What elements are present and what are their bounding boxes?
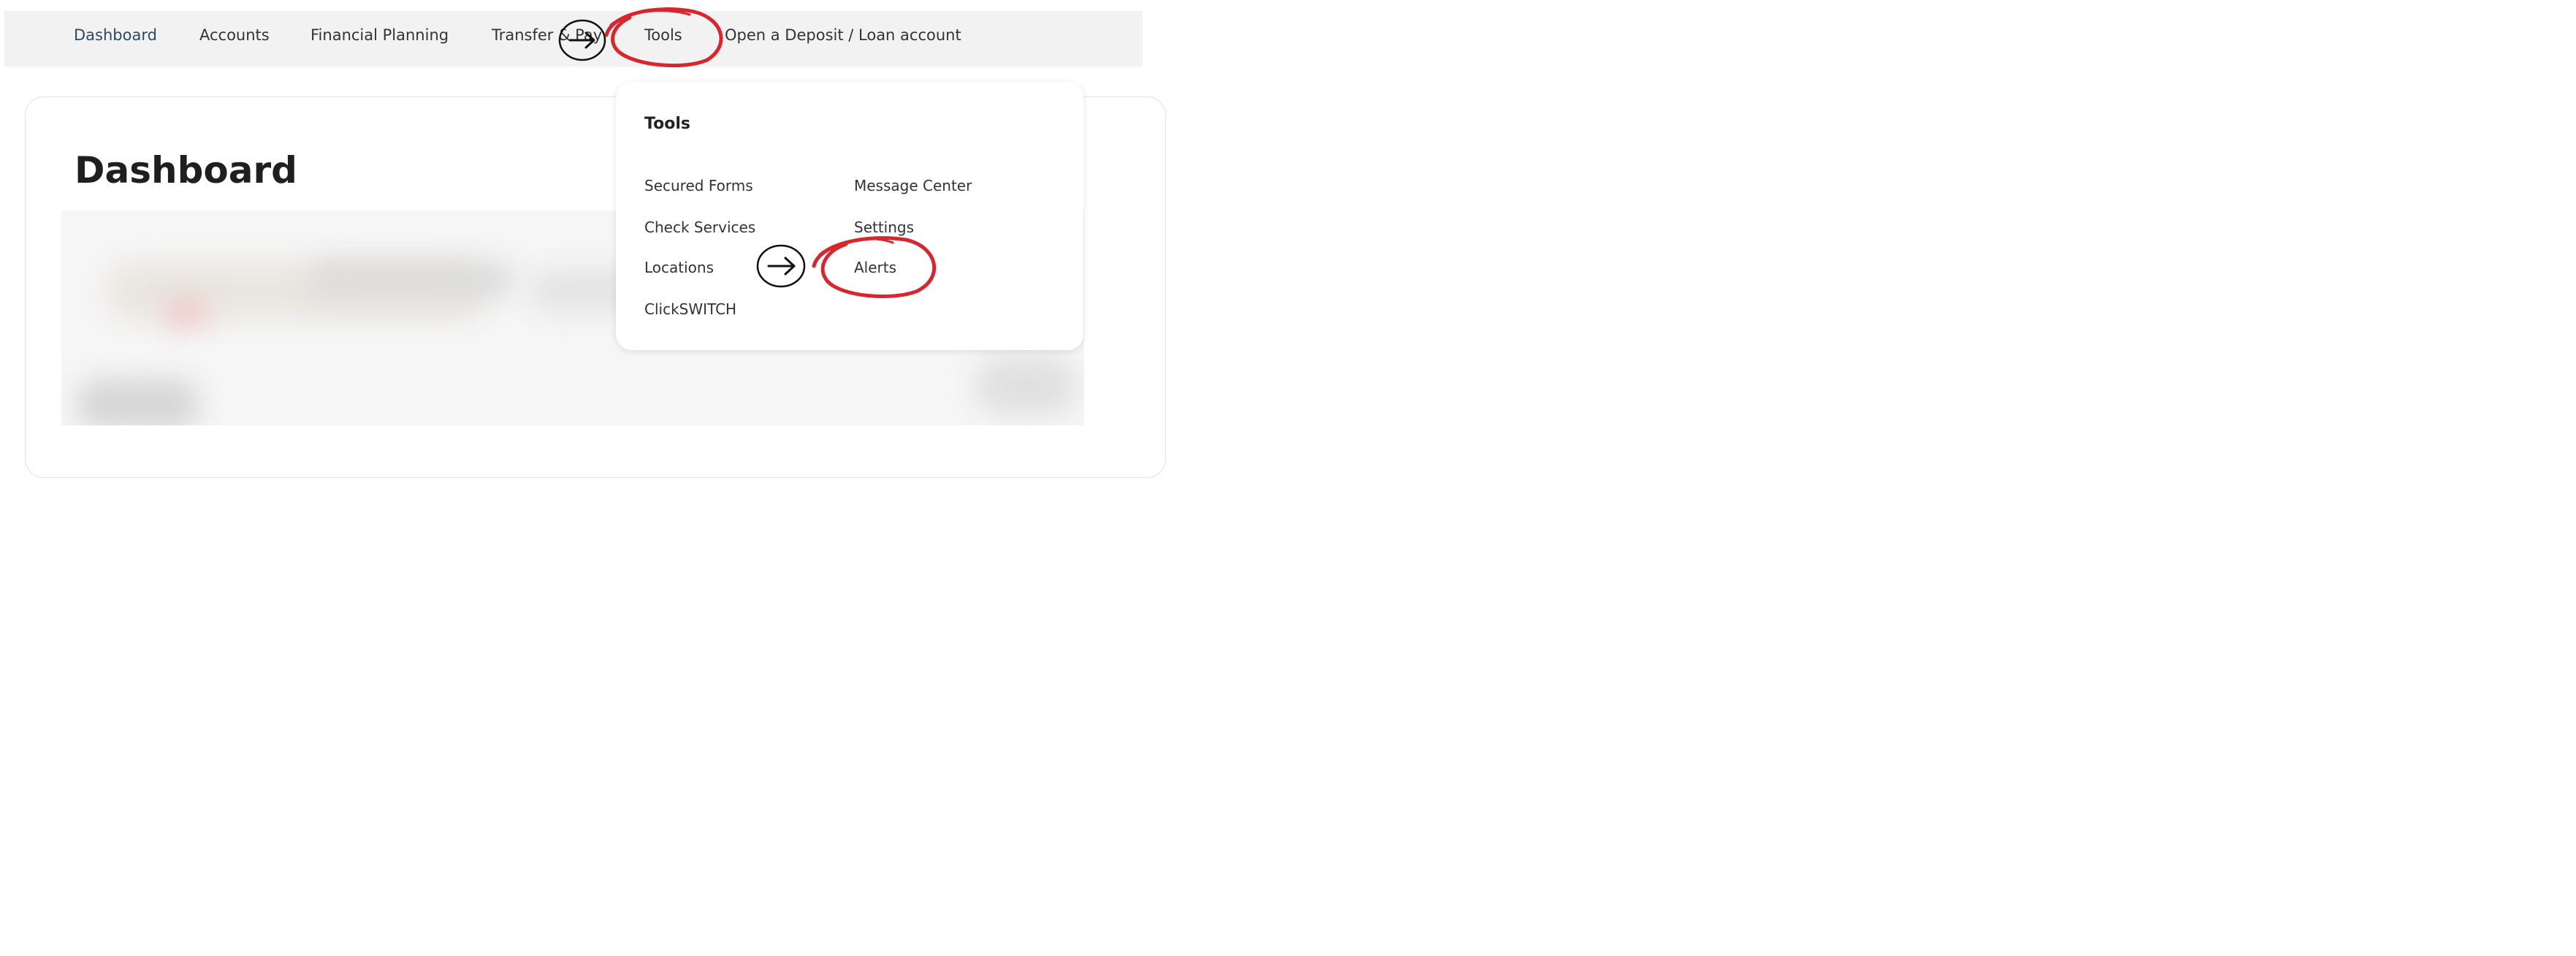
menu-item-settings[interactable]: Settings [854,217,914,238]
nav-transfer-pay[interactable]: Transfer & Pay [492,25,602,45]
nav-tools[interactable]: Tools [644,25,682,45]
menu-item-message-center[interactable]: Message Center [854,175,972,196]
nav-open-deposit-loan[interactable]: Open a Deposit / Loan account [725,25,961,45]
nav-accounts[interactable]: Accounts [199,25,270,45]
menu-item-secured-forms[interactable]: Secured Forms [644,175,753,196]
menu-item-clickswitch[interactable]: ClickSWITCH [644,299,736,319]
nav-dashboard[interactable]: Dashboard [74,25,157,45]
menu-item-check-services[interactable]: Check Services [644,217,755,238]
menu-item-alerts[interactable]: Alerts [854,257,896,278]
menu-item-locations[interactable]: Locations [644,257,714,278]
page-title: Dashboard [75,149,297,191]
nav-financial-planning[interactable]: Financial Planning [310,25,449,45]
tools-menu-heading: Tools [644,115,690,133]
